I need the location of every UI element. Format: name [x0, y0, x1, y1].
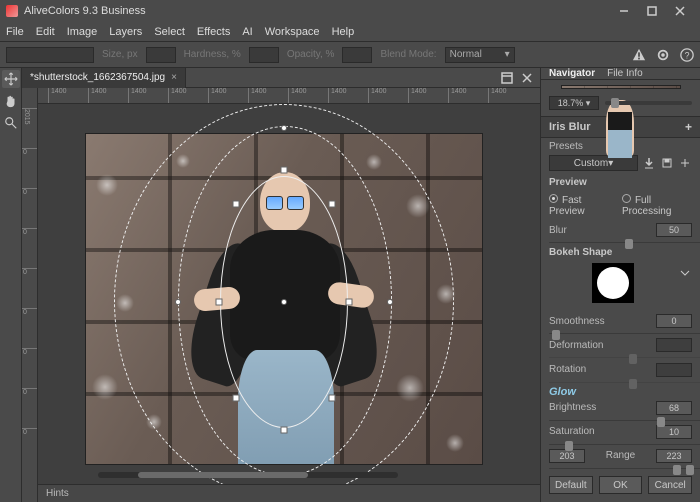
size-input[interactable]	[146, 47, 176, 63]
move-tool-icon[interactable]	[2, 70, 20, 88]
default-button[interactable]: Default	[549, 476, 593, 494]
preset-add-icon[interactable]	[678, 156, 692, 170]
nav-panel-tabs: Navigator File Info	[541, 68, 700, 80]
horizontal-ruler: 1400 1400 1400 1400 1400 1400 1400 1400 …	[38, 88, 540, 104]
smoothness-label: Smoothness	[549, 316, 650, 327]
close-tab-icon[interactable]: ×	[171, 72, 177, 83]
cancel-button[interactable]: Cancel	[648, 476, 692, 494]
horizontal-scrollbar[interactable]	[98, 472, 398, 478]
tab-close-all-icon[interactable]	[520, 71, 534, 85]
tool-preset-dropdown[interactable]	[6, 47, 94, 63]
image-content	[86, 134, 482, 464]
right-panel: Navigator File Info 18.7% ▾ Iris Blur + …	[540, 68, 700, 502]
opacity-input[interactable]	[342, 47, 372, 63]
blur-value[interactable]: 50	[656, 223, 692, 237]
menu-image[interactable]: Image	[67, 26, 98, 38]
menu-effects[interactable]: Effects	[197, 26, 230, 38]
saturation-label: Saturation	[549, 426, 650, 437]
navigator-thumbnail[interactable]	[562, 86, 680, 88]
zoom-value[interactable]: 18.7% ▾	[549, 96, 599, 110]
saturation-value[interactable]: 10	[656, 425, 692, 439]
app-logo-icon	[6, 5, 18, 17]
document-area: *shutterstock_1662367504.jpg × 2015 0 0 …	[22, 68, 540, 502]
bokeh-shape-label: Bokeh Shape	[549, 247, 612, 258]
options-bar: Size, px Hardness, % Opacity, % Blend Mo…	[0, 42, 700, 68]
glow-section-label: Glow	[541, 384, 700, 398]
settings-icon[interactable]	[656, 48, 670, 62]
title-bar: AliveColors 9.3 Business	[0, 0, 700, 22]
tab-layout-icon[interactable]	[500, 71, 514, 85]
zoom-tool-icon[interactable]	[2, 114, 20, 132]
canvas[interactable]	[38, 104, 540, 484]
menu-file[interactable]: File	[6, 26, 24, 38]
vertical-ruler: 2015 0 0 0 0 0 0 0 0	[22, 88, 38, 502]
menu-select[interactable]: Select	[154, 26, 185, 38]
smoothness-value[interactable]: 0	[656, 314, 692, 328]
window-close-button[interactable]	[666, 2, 694, 20]
window-maximize-button[interactable]	[638, 2, 666, 20]
preset-save-icon[interactable]	[660, 156, 674, 170]
preview-label: Preview	[549, 177, 587, 188]
window-minimize-button[interactable]	[610, 2, 638, 20]
hand-tool-icon[interactable]	[2, 92, 20, 110]
hints-label: Hints	[46, 488, 69, 499]
menu-help[interactable]: Help	[332, 26, 355, 38]
tool-sidebar	[0, 68, 22, 502]
blend-mode-label: Blend Mode:	[380, 49, 436, 60]
bokeh-shape-preview[interactable]	[592, 263, 634, 303]
dot-top[interactable]	[281, 125, 287, 131]
expand-icon[interactable]: +	[685, 120, 692, 134]
menu-layers[interactable]: Layers	[109, 26, 142, 38]
help-icon[interactable]: ?	[680, 48, 694, 62]
fast-preview-radio[interactable]: Fast Preview	[549, 194, 610, 217]
document-tabs: *shutterstock_1662367504.jpg ×	[22, 68, 540, 88]
tab-file-info[interactable]: File Info	[607, 68, 643, 79]
menu-edit[interactable]: Edit	[36, 26, 55, 38]
tab-navigator[interactable]: Navigator	[549, 68, 595, 79]
range-high-value[interactable]: 223	[656, 449, 692, 463]
size-label: Size, px	[102, 49, 138, 60]
deformation-label: Deformation	[549, 340, 650, 351]
svg-text:?: ?	[685, 50, 690, 60]
document-tab-title: *shutterstock_1662367504.jpg	[30, 72, 165, 83]
hardness-label: Hardness, %	[184, 49, 241, 60]
alert-icon[interactable]	[632, 48, 646, 62]
blur-label: Blur	[549, 225, 650, 236]
menu-ai[interactable]: AI	[242, 26, 252, 38]
full-processing-radio[interactable]: Full Processing	[622, 194, 692, 217]
range-low-value[interactable]: 203	[549, 449, 585, 463]
range-label: Range	[591, 450, 650, 461]
opacity-label: Opacity, %	[287, 49, 335, 60]
app-title: AliveColors 9.3 Business	[24, 5, 146, 17]
zoom-slider[interactable]	[605, 101, 692, 105]
hints-bar: Hints	[38, 484, 540, 502]
ok-button[interactable]: OK	[599, 476, 643, 494]
document-tab[interactable]: *shutterstock_1662367504.jpg ×	[22, 68, 186, 88]
rotation-value	[656, 363, 692, 377]
preset-import-icon[interactable]	[642, 156, 656, 170]
menu-workspace[interactable]: Workspace	[265, 26, 320, 38]
blend-mode-dropdown[interactable]: Normal▾	[445, 47, 515, 63]
hardness-input[interactable]	[249, 47, 279, 63]
bokeh-dropdown-icon[interactable]	[678, 266, 692, 280]
deformation-value	[656, 338, 692, 352]
rotation-label: Rotation	[549, 364, 650, 375]
menu-bar: File Edit Image Layers Select Effects AI…	[0, 22, 700, 42]
brightness-value[interactable]: 68	[656, 401, 692, 415]
brightness-label: Brightness	[549, 402, 650, 413]
